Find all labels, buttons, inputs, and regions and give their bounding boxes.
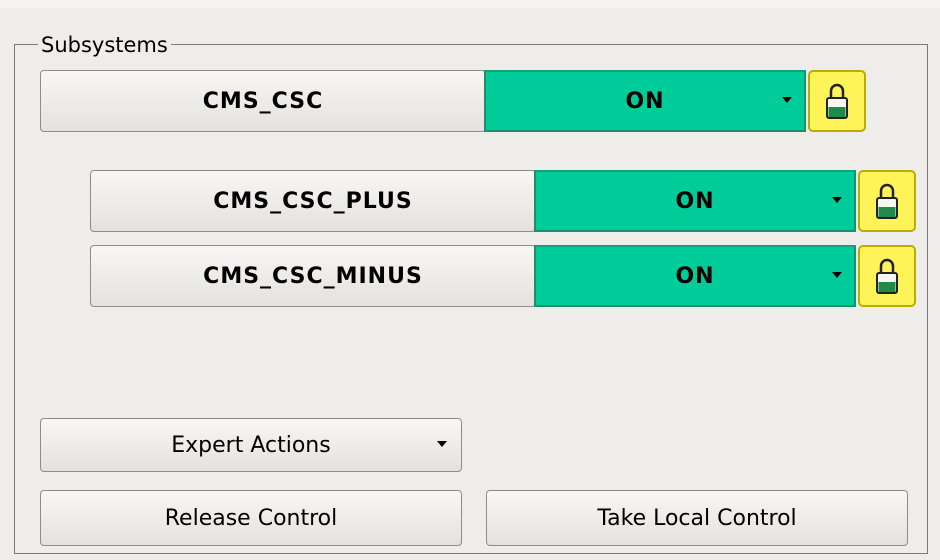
release-control-button[interactable]: Release Control [40,490,462,546]
chevron-down-icon [832,272,842,278]
state-select-cms-csc-plus[interactable]: ON [534,170,856,232]
padlock-icon [826,83,848,119]
subsystem-label: CMS_CSC_PLUS [213,188,413,214]
state-value: ON [675,188,715,214]
padlock-icon [876,258,898,294]
subsystem-label: CMS_CSC_MINUS [203,263,423,289]
subsystem-button-cms-csc-minus[interactable]: CMS_CSC_MINUS [90,245,536,307]
state-select-cms-csc-minus[interactable]: ON [534,245,856,307]
release-control-label: Release Control [164,505,338,531]
chevron-down-icon [782,97,792,103]
lock-button-cms-csc[interactable] [808,70,866,132]
window-top-strip [0,0,940,8]
take-local-control-label: Take Local Control [597,505,797,531]
chevron-down-icon [832,197,842,203]
expert-actions-dropdown[interactable]: Expert Actions [40,418,462,472]
subsystem-label: CMS_CSC [202,88,324,114]
state-value: ON [625,88,665,114]
lock-button-cms-csc-plus[interactable] [858,170,916,232]
chevron-down-icon [437,441,447,447]
subsystem-button-cms-csc[interactable]: CMS_CSC [40,70,486,132]
state-value: ON [675,263,715,289]
group-title: Subsystems [38,33,171,57]
padlock-icon [876,183,898,219]
expert-actions-label: Expert Actions [171,432,331,458]
take-local-control-button[interactable]: Take Local Control [486,490,908,546]
state-select-cms-csc[interactable]: ON [484,70,806,132]
lock-button-cms-csc-minus[interactable] [858,245,916,307]
subsystem-button-cms-csc-plus[interactable]: CMS_CSC_PLUS [90,170,536,232]
